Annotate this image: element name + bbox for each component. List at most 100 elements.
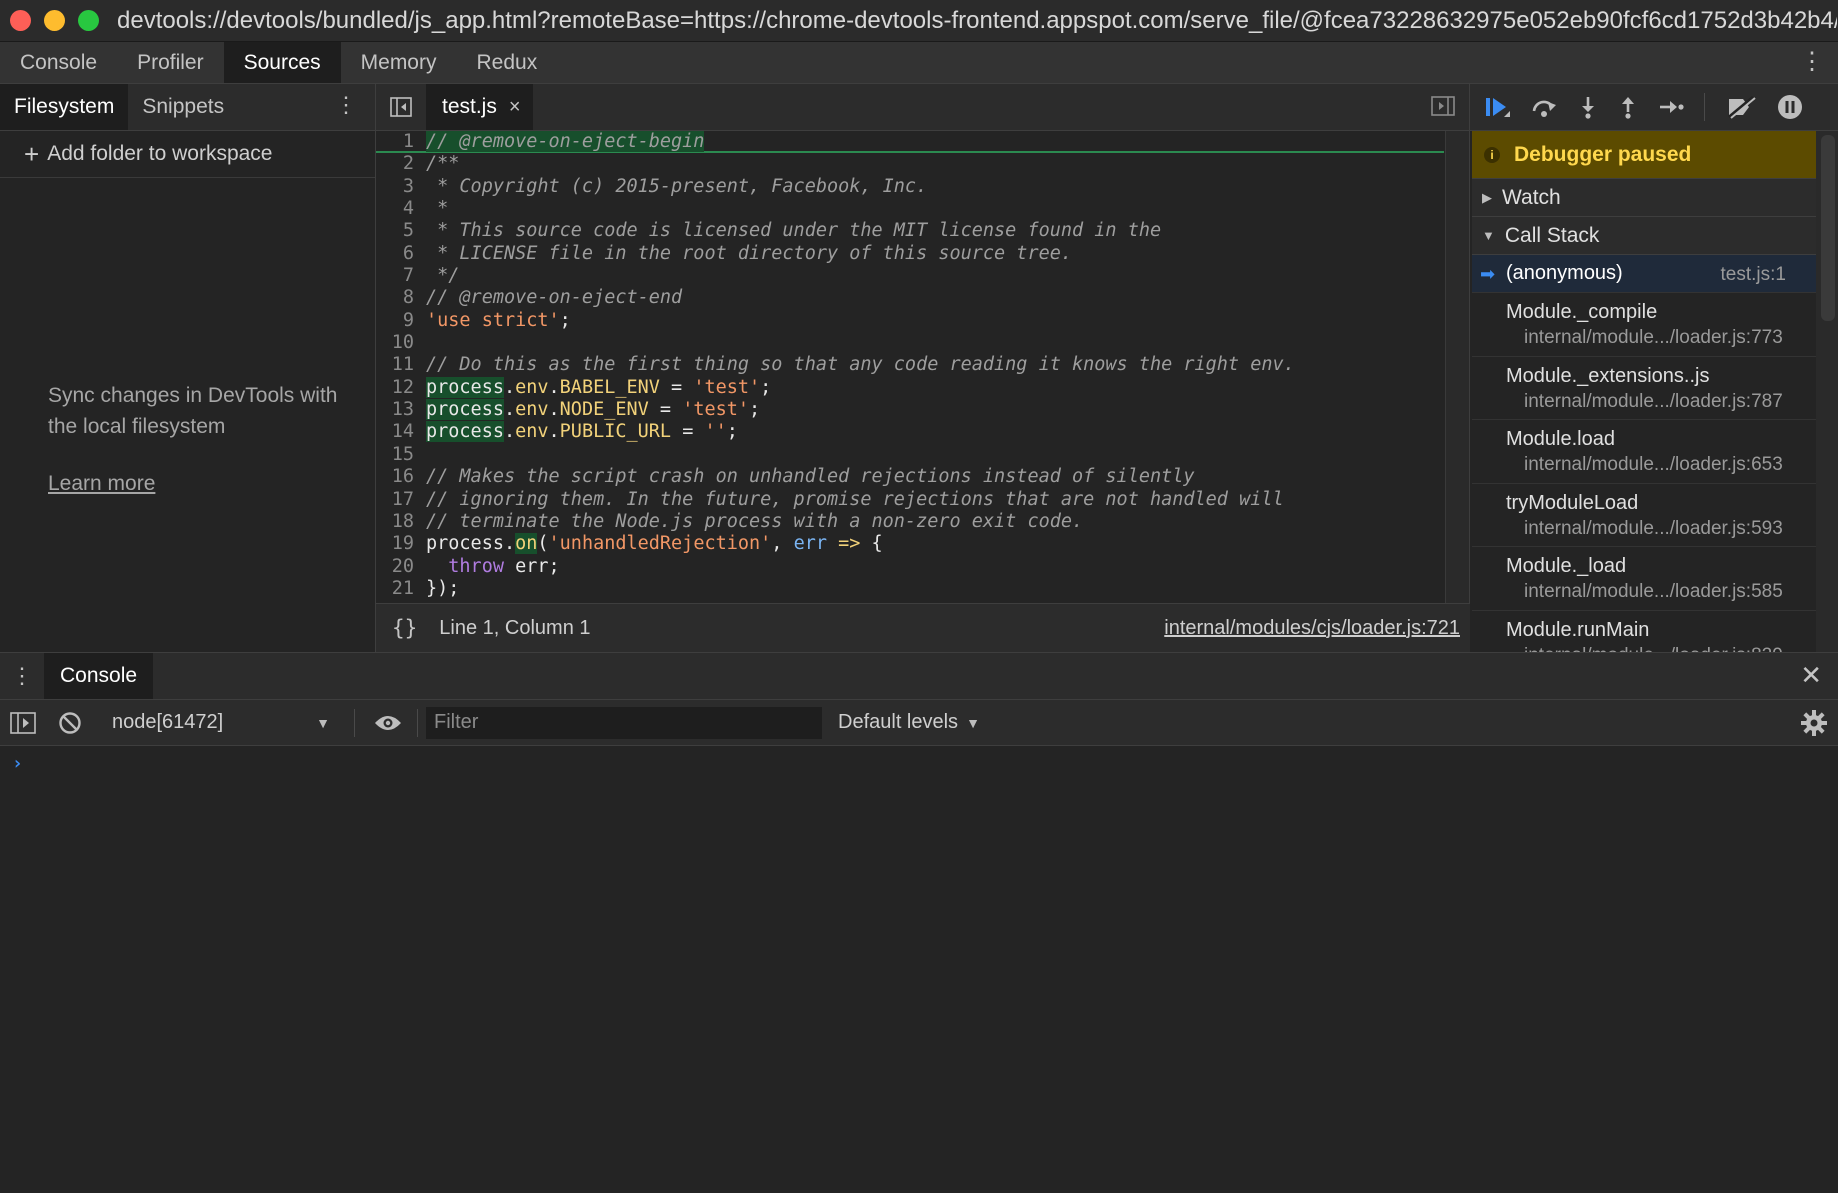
call-frame-selected[interactable]: ➡ (anonymous) test.js:1 bbox=[1472, 255, 1816, 293]
sources-navigator: Filesystem Snippets ⋮ + Add folder to wo… bbox=[0, 84, 376, 652]
step-into-icon[interactable] bbox=[1578, 95, 1598, 119]
close-drawer-icon[interactable]: ✕ bbox=[1800, 662, 1822, 688]
chevron-right-icon: ▶ bbox=[1482, 189, 1492, 205]
scrollbar-thumb[interactable] bbox=[1821, 135, 1835, 321]
dropdown-caret-icon: ▼ bbox=[966, 714, 980, 731]
source-location-link[interactable]: internal/modules/cjs/loader.js:721 bbox=[1164, 617, 1460, 640]
editor-statusbar: {} Line 1, Column 1 internal/modules/cjs… bbox=[376, 603, 1470, 652]
main-panel-tabs: Console Profiler Sources Memory Redux ⋮ bbox=[0, 42, 1838, 84]
current-frame-arrow-icon: ➡ bbox=[1480, 264, 1496, 284]
plus-icon: + bbox=[24, 138, 40, 169]
code-line: 10 bbox=[391, 332, 414, 354]
show-console-sidebar-icon[interactable] bbox=[10, 711, 36, 734]
debugger-scrollbar[interactable] bbox=[1816, 131, 1838, 652]
code-line: 21}); bbox=[391, 577, 460, 599]
tab-redux[interactable]: Redux bbox=[456, 42, 557, 83]
pretty-print-icon[interactable]: {} bbox=[392, 616, 417, 640]
close-tab-icon[interactable]: × bbox=[509, 96, 521, 119]
chevron-down-icon: ▼ bbox=[1482, 228, 1495, 243]
tab-profiler[interactable]: Profiler bbox=[117, 42, 224, 83]
add-folder-button[interactable]: + Add folder to workspace bbox=[0, 131, 375, 178]
call-frame[interactable]: Module.load internal/module.../loader.js… bbox=[1472, 420, 1816, 484]
toggle-debugger-button[interactable] bbox=[1431, 96, 1455, 121]
maximize-window-button[interactable] bbox=[78, 10, 99, 31]
code-area[interactable]: 1// @remove-on-eject-begin 2/** 3 * Copy… bbox=[376, 131, 1444, 603]
code-line: 3 * Copyright (c) 2015-present, Facebook… bbox=[402, 175, 928, 197]
file-tab-test-js[interactable]: test.js × bbox=[426, 84, 533, 130]
call-frame-location: internal/module.../loader.js:593 bbox=[1524, 517, 1783, 539]
call-frame[interactable]: Module._extensions..js internal/module..… bbox=[1472, 357, 1816, 420]
tab-drawer-console[interactable]: Console bbox=[44, 653, 154, 699]
window-title: devtools://devtools/bundled/js_app.html?… bbox=[117, 6, 1837, 34]
execution-context-select[interactable]: node[61472] ▼ bbox=[112, 711, 330, 734]
watch-section-header[interactable]: ▶ Watch bbox=[1472, 179, 1816, 217]
call-frame-name: Module._load bbox=[1506, 555, 1627, 577]
log-levels-dropdown[interactable]: Default levels ▼ bbox=[838, 711, 980, 734]
code-line: 14 process.env.PUBLIC_URL = ''; bbox=[391, 421, 738, 443]
call-frame-name: tryModuleLoad bbox=[1506, 491, 1639, 514]
live-expression-eye-icon[interactable] bbox=[373, 713, 403, 733]
code-line: 5 * This source code is licensed under t… bbox=[402, 220, 1162, 242]
toggle-navigator-button[interactable] bbox=[376, 84, 426, 130]
call-frame[interactable]: tryModuleLoad internal/module.../loader.… bbox=[1472, 484, 1816, 547]
navigator-tabs: Filesystem Snippets ⋮ bbox=[0, 84, 375, 131]
deactivate-breakpoints-icon[interactable] bbox=[1725, 95, 1757, 119]
code-line: 19 process.on('unhandledRejection', err =… bbox=[391, 533, 883, 555]
drawer-menu-icon[interactable]: ⋮ bbox=[0, 653, 44, 699]
console-prompt[interactable]: › bbox=[12, 753, 23, 774]
code-editor: test.js × 1// @remove-on-eject-begin 2/*… bbox=[376, 84, 1470, 652]
pause-on-exceptions-icon[interactable] bbox=[1777, 94, 1803, 120]
paused-label: Debugger paused bbox=[1514, 142, 1692, 166]
code-line: 15 bbox=[391, 443, 414, 465]
minimize-window-button[interactable] bbox=[44, 10, 65, 31]
step-over-icon[interactable] bbox=[1530, 96, 1558, 118]
call-frame-name: Module._compile bbox=[1506, 301, 1658, 323]
console-toolbar: node[61472] ▼ Default levels ▼ bbox=[0, 700, 1838, 746]
callstack-section-header[interactable]: ▼ Call Stack bbox=[1472, 217, 1816, 255]
code-line: 12 process.env.BABEL_ENV = 'test'; bbox=[391, 376, 772, 398]
debugger-sidebar: i Debugger paused ▶ Watch ▼ Call Stack ➡… bbox=[1470, 84, 1838, 674]
tab-memory[interactable]: Memory bbox=[341, 42, 457, 83]
close-window-button[interactable] bbox=[10, 10, 31, 31]
dropdown-caret-icon: ▼ bbox=[316, 714, 330, 731]
code-line: 11// Do this as the first thing so that … bbox=[391, 354, 1295, 376]
clear-console-icon[interactable] bbox=[58, 711, 82, 735]
step-icon[interactable] bbox=[1658, 97, 1684, 117]
tab-console[interactable]: Console bbox=[0, 42, 117, 83]
toggle-debugger-icon bbox=[1431, 96, 1455, 116]
tab-snippets[interactable]: Snippets bbox=[128, 84, 238, 130]
toolbar-divider bbox=[354, 708, 355, 737]
code-line: 1// @remove-on-eject-begin bbox=[376, 131, 1444, 154]
info-icon: i bbox=[1484, 146, 1500, 163]
code-line: 4 * bbox=[402, 198, 449, 220]
editor-tabs: test.js × bbox=[376, 84, 1469, 131]
toolbar-divider bbox=[417, 708, 418, 737]
execution-context-value: node[61472] bbox=[112, 711, 224, 733]
tab-filesystem[interactable]: Filesystem bbox=[0, 84, 129, 130]
learn-more-link[interactable]: Learn more bbox=[48, 472, 155, 496]
call-frame-location: test.js:1 bbox=[1720, 264, 1786, 285]
resume-icon[interactable] bbox=[1484, 95, 1510, 119]
watch-label: Watch bbox=[1502, 185, 1561, 209]
code-line: 16// Makes the script crash on unhandled… bbox=[391, 466, 1195, 488]
console-filter-input[interactable] bbox=[426, 706, 822, 739]
tab-sources[interactable]: Sources bbox=[223, 42, 341, 83]
call-frame[interactable]: Module._load internal/module.../loader.j… bbox=[1472, 547, 1816, 611]
call-frame-name: Module._extensions..js bbox=[1506, 364, 1710, 387]
navigator-menu-icon[interactable]: ⋮ bbox=[335, 94, 357, 116]
filesystem-hint: Sync changes in DevTools with the local … bbox=[48, 384, 338, 438]
code-line: 6 * LICENSE file in the root directory o… bbox=[402, 242, 1073, 264]
cursor-position: Line 1, Column 1 bbox=[439, 616, 591, 639]
call-frame-location: internal/module.../loader.js:585 bbox=[1524, 581, 1783, 602]
call-frame-name: (anonymous) bbox=[1506, 262, 1623, 284]
callstack-label: Call Stack bbox=[1504, 223, 1600, 247]
call-frame[interactable]: Module._compile internal/module.../loade… bbox=[1472, 293, 1816, 357]
console-settings-gear-icon[interactable] bbox=[1800, 709, 1828, 737]
debugger-paused-banner: i Debugger paused bbox=[1472, 131, 1816, 179]
step-out-icon[interactable] bbox=[1618, 95, 1638, 119]
editor-scrollbar[interactable] bbox=[1445, 131, 1469, 603]
code-line: 18// terminate the Node.js process with … bbox=[391, 510, 1084, 532]
console-drawer: ⋮ Console ✕ node[61472] ▼ Default levels… bbox=[0, 652, 1838, 1193]
more-options-icon[interactable]: ⋮ bbox=[1800, 50, 1824, 74]
call-frame-location: internal/module.../loader.js:787 bbox=[1524, 390, 1783, 412]
